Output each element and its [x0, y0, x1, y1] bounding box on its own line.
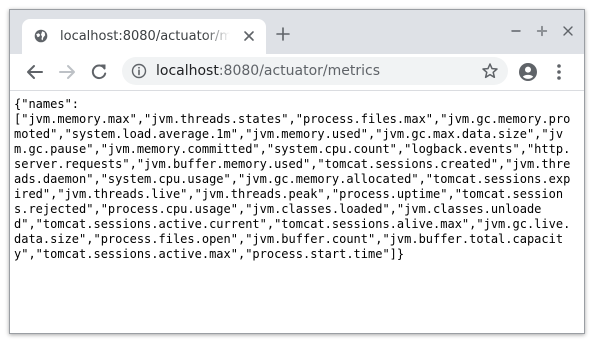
restore-icon[interactable]: [533, 22, 551, 40]
url-host: localhost: [156, 63, 219, 79]
tab-title: localhost:8080/actuator/metrics: [60, 29, 230, 44]
arrow-left-icon[interactable]: [24, 61, 46, 83]
arrow-right-icon[interactable]: [56, 61, 78, 83]
reload-icon[interactable]: [88, 61, 110, 83]
kebab-menu-icon[interactable]: [548, 61, 570, 83]
info-icon[interactable]: [131, 63, 147, 79]
tab-strip: localhost:8080/actuator/metrics: [10, 10, 584, 54]
browser-window: localhost:8080/actuator/metrics: [9, 9, 585, 334]
minimize-icon[interactable]: [507, 22, 525, 40]
page-content: {"names": ["jvm.memory.max","jvm.threads…: [10, 91, 584, 333]
url-path: :8080/actuator/metrics: [218, 63, 381, 79]
close-icon[interactable]: [241, 28, 257, 44]
account-circle-icon[interactable]: [517, 61, 539, 83]
address-bar[interactable]: localhost:8080/actuator/metrics: [122, 57, 508, 85]
url-text[interactable]: localhost:8080/actuator/metrics: [156, 62, 380, 80]
close-icon[interactable]: [559, 22, 577, 40]
browser-toolbar: localhost:8080/actuator/metrics: [10, 54, 584, 91]
star-outline-icon[interactable]: [481, 62, 499, 80]
metrics-json-text: {"names": ["jvm.memory.max","jvm.threads…: [14, 97, 571, 261]
globe-icon: [34, 29, 48, 43]
plus-icon[interactable]: [274, 25, 292, 43]
tab-active[interactable]: localhost:8080/actuator/metrics: [22, 19, 266, 54]
